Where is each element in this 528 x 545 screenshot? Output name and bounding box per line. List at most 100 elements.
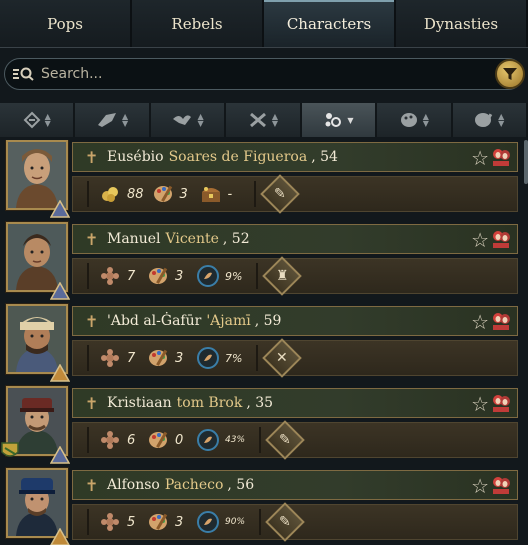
popularity-stat: 6 <box>99 429 139 451</box>
character-family-name: Pacheco <box>164 477 224 493</box>
palette-icon <box>147 347 169 369</box>
bloom-icon <box>99 429 121 451</box>
sort-arrows-icon: ▲ ▼ <box>44 112 51 128</box>
divider <box>256 263 259 289</box>
sort-by-diplomacy-button[interactable]: ▲ ▼ <box>150 103 227 137</box>
spouse-icon[interactable] <box>491 147 511 167</box>
character-action-button[interactable]: ✎ <box>259 174 300 214</box>
sort-by-zeal-button[interactable]: ▲ ▼ <box>452 103 528 137</box>
bloom-icon <box>99 511 121 533</box>
progress-stat: 90% <box>197 511 245 533</box>
progress-ring-icon <box>197 511 219 533</box>
spouse-icon[interactable] <box>491 475 511 495</box>
age-sort-icon <box>23 111 41 129</box>
character-age: , 56 <box>227 477 255 493</box>
funnel-icon <box>503 68 517 80</box>
progress-ring-icon <box>197 347 219 369</box>
spouse-icon[interactable] <box>491 311 511 331</box>
character-stats-bar: 7 3 7% ✕ <box>72 338 518 378</box>
sort-by-finesse-button[interactable]: ▼ <box>301 103 378 137</box>
rank-triangle-icon <box>50 364 70 382</box>
favorite-star-icon[interactable]: ☆ <box>471 146 489 170</box>
martial-sort-icon <box>98 113 117 127</box>
character-age: , 52 <box>222 231 250 247</box>
finesse-stat: 3 <box>152 183 192 205</box>
spouse-icon[interactable] <box>491 393 511 413</box>
sort-by-military-button[interactable]: ▲ ▼ <box>226 103 302 137</box>
character-age: , 54 <box>311 149 338 165</box>
progress-stat: 9% <box>197 265 242 287</box>
sort-by-martial-button[interactable]: ▲ ▼ <box>75 103 151 137</box>
character-first-name: Kristiaan <box>107 395 172 411</box>
sort-by-age-button[interactable]: ▲ ▼ <box>0 103 76 137</box>
search-bar <box>4 58 525 90</box>
military-sort-icon <box>249 112 266 128</box>
popularity-value: 5 <box>127 514 136 530</box>
tab-bar: Pops Rebels Characters Dynasties <box>0 0 528 48</box>
divider <box>87 509 89 535</box>
character-card[interactable]: ✝ Manuel Vicente , 52 ☆ 7 3 9% ♜ <box>4 222 518 300</box>
tab-rebels[interactable]: Rebels <box>132 0 264 47</box>
character-first-name: Eusébio <box>107 149 164 165</box>
character-card[interactable]: ✝ Kristiaan tom Brok , 35 ☆ 6 0 43% ✎ <box>1 386 518 464</box>
charisma-sort-icon <box>400 113 417 127</box>
character-first-name: 'Abd al-Ġafūr <box>107 313 202 329</box>
character-age: , 59 <box>254 313 282 329</box>
character-family-name: tom Brok <box>176 395 243 411</box>
favorite-star-icon[interactable]: ☆ <box>471 392 489 416</box>
popularity-stat: 7 <box>99 347 139 369</box>
divider <box>253 181 256 207</box>
sort-by-charisma-button[interactable]: ▲ ▼ <box>377 103 453 137</box>
divider <box>259 427 262 453</box>
filter-button[interactable] <box>495 59 525 89</box>
wealth-value: 88 <box>127 186 144 202</box>
character-age: , 35 <box>246 395 274 411</box>
search-input[interactable] <box>41 66 495 82</box>
holdings-value: - <box>227 186 233 202</box>
progress-value: 90% <box>225 517 246 527</box>
rank-triangle-icon <box>50 446 70 464</box>
rank-triangle-icon <box>50 282 70 300</box>
character-action-button[interactable]: ✎ <box>265 502 305 542</box>
scroll-quill-icon: ✎ <box>273 185 286 202</box>
character-action-button[interactable]: ✎ <box>265 420 305 460</box>
scrollbar-thumb[interactable] <box>524 140 528 184</box>
divider <box>87 345 89 371</box>
character-card[interactable]: ✝ Alfonso Pacheco , 56 ☆ 5 3 90% ✎ <box>4 468 518 545</box>
progress-value: 43% <box>225 435 246 445</box>
search-list-icon <box>13 67 41 81</box>
character-family-name: Soares de Figueroa <box>168 149 308 165</box>
progress-value: 9% <box>225 269 243 283</box>
finesse-value: 0 <box>175 432 184 448</box>
spouse-icon[interactable] <box>491 229 511 249</box>
character-name-bar: ✝ Eusébio Soares de Figueroa , 54 ☆ <box>72 142 518 172</box>
finesse-value: 3 <box>175 268 184 284</box>
obelisk-icon: ♜ <box>276 268 289 284</box>
holdings-stat: - <box>200 183 240 205</box>
character-action-button[interactable]: ✕ <box>262 338 303 378</box>
progress-value: 7% <box>225 351 243 365</box>
finesse-value: 3 <box>179 186 188 202</box>
favorite-star-icon[interactable]: ☆ <box>471 228 489 252</box>
popularity-stat: 5 <box>99 511 139 533</box>
character-family-name: Vicente <box>165 231 219 247</box>
rank-triangle-icon <box>50 200 70 218</box>
character-first-name: Alfonso <box>107 477 160 493</box>
tab-characters[interactable]: Characters <box>264 0 396 47</box>
tab-pops[interactable]: Pops <box>0 0 132 47</box>
character-card[interactable]: ✝ 'Abd al-Ġafūr 'Ajamī , 59 ☆ 7 3 7% ✕ <box>4 304 518 382</box>
character-list: ✝ Eusébio Soares de Figueroa , 54 ☆ 88 3… <box>0 140 524 545</box>
religion-cross-icon: ✝ <box>85 311 99 331</box>
divider <box>87 181 89 207</box>
tab-dynasties[interactable]: Dynasties <box>396 0 528 47</box>
favorite-star-icon[interactable]: ☆ <box>471 474 489 498</box>
character-action-button[interactable]: ♜ <box>262 256 303 296</box>
sort-arrows-icon: ▲ ▼ <box>122 112 129 128</box>
favorite-star-icon[interactable]: ☆ <box>471 310 489 334</box>
divider <box>87 427 89 453</box>
character-card[interactable]: ✝ Eusébio Soares de Figueroa , 54 ☆ 88 3… <box>4 140 518 218</box>
sort-arrows-icon: ▲ ▼ <box>498 112 505 128</box>
palette-icon <box>152 183 174 205</box>
sort-arrows-icon: ▲ ▼ <box>271 112 279 128</box>
finesse-stat: 3 <box>147 347 187 369</box>
